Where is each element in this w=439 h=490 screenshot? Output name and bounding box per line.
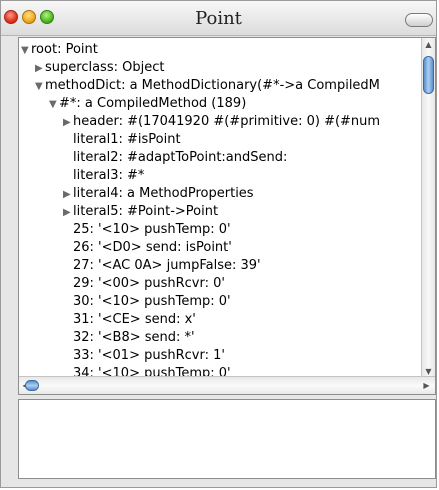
code-pane[interactable] — [18, 399, 436, 479]
tree-row[interactable]: ▶ literal4: a MethodProperties — [19, 185, 421, 203]
tree-row-label: 29: '<00> pushRcvr: 0' — [73, 276, 225, 291]
tree-row-label: literal4: a MethodProperties — [73, 186, 254, 201]
tree-row[interactable]: literal3: #* — [19, 167, 421, 185]
tree-row-label: 26: '<D0> send: isPoint' — [73, 240, 232, 255]
tree-row[interactable]: ▶ literal5: #Point->Point — [19, 203, 421, 221]
tree-row[interactable]: 26: '<D0> send: isPoint' — [19, 239, 421, 257]
tree-row-label: 30: '<10> pushTemp: 0' — [73, 294, 231, 309]
horizontal-scrollbar[interactable]: ◀ ▶ — [19, 376, 435, 394]
tree-row-label: methodDict: a MethodDictionary(#*->a Com… — [45, 78, 380, 93]
tree-row-label: 33: '<01> pushRcvr: 1' — [73, 348, 225, 363]
disclosure-collapsed-icon[interactable]: ▶ — [63, 204, 73, 222]
disclosure-expanded-icon[interactable]: ▼ — [49, 96, 59, 114]
tree-row-label: 32: '<B8> send: *' — [73, 330, 195, 345]
tree-row[interactable]: 29: '<00> pushRcvr: 0' — [19, 275, 421, 293]
tree-row-label: root: Point — [31, 42, 98, 57]
tree-row-label: literal2: #adaptToPoint:andSend: — [73, 150, 288, 165]
object-tree[interactable]: ▼ root: Point ▶ superclass: Object ▼ methodDi… — [19, 41, 421, 383]
scroll-up-arrow-icon[interactable]: ▲ — [422, 40, 435, 49]
tree-row[interactable]: ▼ root: Point — [19, 41, 421, 59]
tree-row[interactable]: ▶ header: #(17041920 #(#primitive: 0) #(#… — [19, 113, 421, 131]
tree-row[interactable]: 31: '<CE> send: x' — [19, 311, 421, 329]
tree-row-label: 25: '<10> pushTemp: 0' — [73, 222, 231, 237]
disclosure-collapsed-icon[interactable]: ▶ — [63, 186, 73, 204]
tree-row-label: 31: '<CE> send: x' — [73, 312, 196, 327]
tree-row[interactable]: 27: '<AC 0A> jumpFalse: 39' — [19, 257, 421, 275]
tree-row-label: literal3: #* — [73, 168, 145, 183]
tree-row[interactable]: ▼ methodDict: a MethodDictionary(#*->a Co… — [19, 77, 421, 95]
scroll-down-arrow-icon[interactable]: ▼ — [422, 367, 435, 376]
tree-row-label: header: #(17041920 #(#primitive: 0) #(#n… — [73, 114, 381, 129]
tree-row[interactable]: 33: '<01> pushRcvr: 1' — [19, 347, 421, 365]
title-bar[interactable]: Point — [1, 1, 436, 36]
tree-row[interactable]: literal1: #isPoint — [19, 131, 421, 149]
vertical-scroll-thumb[interactable] — [423, 56, 434, 94]
inspector-window: Point ▼ root: Point ▶ superclass: Object ▼ me… — [0, 0, 437, 488]
toolbar-toggle-button[interactable] — [405, 13, 433, 27]
tree-row-label: superclass: Object — [45, 60, 165, 75]
vertical-scrollbar[interactable]: ▲ ▼ — [421, 38, 435, 378]
disclosure-collapsed-icon[interactable]: ▶ — [35, 60, 45, 78]
disclosure-collapsed-icon[interactable]: ▶ — [63, 114, 73, 132]
disclosure-expanded-icon[interactable]: ▼ — [21, 42, 31, 60]
tree-row[interactable]: 32: '<B8> send: *' — [19, 329, 421, 347]
tree-row[interactable]: ▶ superclass: Object — [19, 59, 421, 77]
tree-row-label: 27: '<AC 0A> jumpFalse: 39' — [73, 258, 261, 273]
tree-row-label: #*: a CompiledMethod (189) — [59, 96, 247, 111]
disclosure-expanded-icon[interactable]: ▼ — [35, 78, 45, 96]
tree-row[interactable]: ▼ #*: a CompiledMethod (189) — [19, 95, 421, 113]
tree-row[interactable]: 30: '<10> pushTemp: 0' — [19, 293, 421, 311]
tree-row-label: literal5: #Point->Point — [73, 204, 219, 219]
tree-row-label: literal1: #isPoint — [73, 132, 181, 147]
window-title: Point — [195, 8, 242, 29]
tree-row[interactable]: 25: '<10> pushTemp: 0' — [19, 221, 421, 239]
object-tree-pane[interactable]: ▼ root: Point ▶ superclass: Object ▼ methodDi… — [18, 37, 436, 395]
tree-row[interactable]: literal2: #adaptToPoint:andSend: — [19, 149, 421, 167]
horizontal-scroll-thumb[interactable] — [25, 380, 39, 391]
scroll-right-arrow-icon[interactable]: ▶ — [420, 381, 433, 390]
